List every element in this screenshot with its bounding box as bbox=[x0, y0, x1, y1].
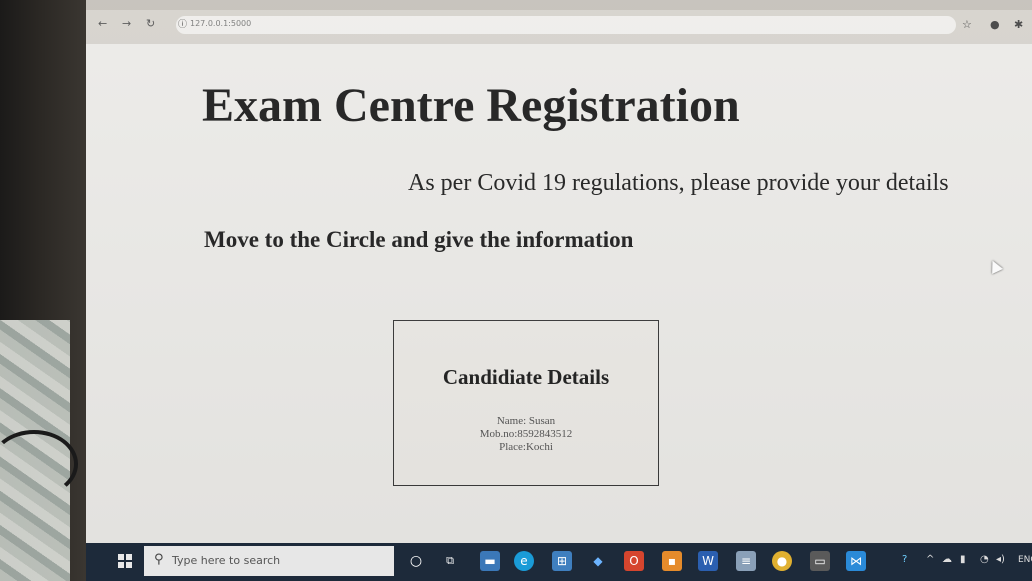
photo-of-laptop-screen: ← → ↻ ⓘ 127.0.0.1:5000 ☆ ● ✱ Exam Centre… bbox=[0, 0, 1032, 581]
bookmark-star-icon[interactable]: ☆ bbox=[962, 18, 972, 31]
cortana-icon[interactable]: ○ bbox=[406, 551, 426, 571]
explorer-icon[interactable]: ▬ bbox=[480, 551, 500, 571]
edge-icon[interactable]: e bbox=[514, 551, 534, 571]
candidate-place: Place:Kochi bbox=[499, 441, 553, 453]
battery-icon[interactable]: ▮ bbox=[960, 554, 966, 565]
address-bar[interactable] bbox=[176, 16, 956, 34]
page-title: Exam Centre Registration bbox=[202, 79, 740, 132]
app-icon[interactable]: ▪ bbox=[662, 551, 682, 571]
browser-toolbar: ← → ↻ ⓘ 127.0.0.1:5000 ☆ ● ✱ bbox=[86, 0, 1032, 44]
taskbar-search-box[interactable]: ⚲ Type here to search bbox=[144, 546, 394, 576]
volume-icon[interactable]: ◂) bbox=[996, 554, 1005, 565]
terminal-icon[interactable]: ▭ bbox=[810, 551, 830, 571]
extensions-puzzle-icon[interactable]: ✱ bbox=[1014, 18, 1023, 31]
store-icon[interactable]: ⊞ bbox=[552, 551, 572, 571]
back-arrow-icon[interactable]: ← bbox=[98, 17, 107, 31]
cloud-icon[interactable]: ☁ bbox=[942, 554, 952, 565]
tab-strip bbox=[86, 0, 1032, 10]
reload-icon[interactable]: ↻ bbox=[146, 17, 155, 31]
info-icon[interactable]: ⓘ bbox=[178, 17, 187, 30]
word-icon[interactable]: W bbox=[698, 551, 718, 571]
vscode-icon[interactable]: ⋈ bbox=[846, 551, 866, 571]
card-title: Candidiate Details bbox=[442, 365, 610, 389]
help-icon[interactable]: ? bbox=[902, 554, 907, 565]
windows-start-icon[interactable] bbox=[118, 554, 132, 568]
instruction-text: Move to the Circle and give the informat… bbox=[204, 227, 634, 252]
mouse-cursor-icon bbox=[987, 258, 1003, 274]
browser-window: ← → ↻ ⓘ 127.0.0.1:5000 ☆ ● ✱ Exam Centre… bbox=[86, 0, 1032, 581]
page-subtitle: As per Covid 19 regulations, please prov… bbox=[408, 170, 949, 196]
dropbox-icon[interactable]: ◆ bbox=[588, 551, 608, 571]
windows-taskbar: ⚲ Type here to search ○ ⧉ ▬ e ⊞ ◆ O ▪ W … bbox=[86, 543, 1032, 581]
search-icon: ⚲ bbox=[154, 552, 164, 567]
wifi-icon[interactable]: ◔ bbox=[980, 554, 989, 565]
search-placeholder: Type here to search bbox=[172, 554, 281, 567]
forward-arrow-icon[interactable]: → bbox=[122, 17, 131, 31]
extension-icon[interactable]: ● bbox=[990, 18, 1000, 31]
office-icon[interactable]: O bbox=[624, 551, 644, 571]
chevron-up-icon[interactable]: ^ bbox=[926, 554, 934, 565]
task-view-icon[interactable]: ⧉ bbox=[440, 551, 460, 571]
url-text: 127.0.0.1:5000 bbox=[190, 19, 252, 28]
candidate-details-card: Candidiate Details Name: Susan Mob.no:85… bbox=[393, 320, 659, 486]
chrome-icon[interactable]: ● bbox=[772, 551, 792, 571]
mail-icon[interactable]: ≡ bbox=[736, 551, 756, 571]
candidate-mobile: Mob.no:8592843512 bbox=[479, 428, 573, 440]
candidate-name: Name: Susan bbox=[496, 415, 556, 427]
language-indicator[interactable]: ENG bbox=[1018, 555, 1032, 565]
